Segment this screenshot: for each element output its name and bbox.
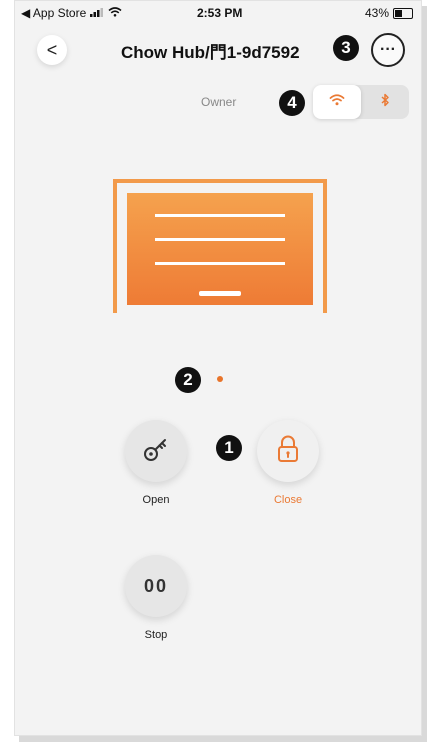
key-icon [141,434,171,469]
close-action: Close [253,420,323,506]
battery-icon [393,7,413,19]
back-to-app-store[interactable]: ◀ App Store [21,6,86,20]
wifi-icon [329,93,345,111]
garage-door-illustration [113,179,327,320]
close-label: Close [273,494,303,506]
close-button[interactable] [257,420,319,482]
annotation-badge-4: 4 [279,90,305,116]
more-options-button[interactable]: ··· [371,33,405,67]
stop-button[interactable]: 00 [125,555,187,617]
app-screen: ◀ App Store 2:53 PM 43% < Chow Hub/門1-9d… [14,0,422,736]
open-button[interactable] [125,420,187,482]
lock-icon [276,434,300,469]
battery-level [395,9,402,17]
wifi-status-icon [108,6,122,20]
connection-toggle [313,85,409,119]
status-left: ◀ App Store [21,6,122,20]
status-bar: ◀ App Store 2:53 PM 43% [15,1,421,23]
annotation-badge-1: 1 [216,435,242,461]
status-right: 43% [365,6,413,20]
page-title: Chow Hub/門1-9d7592 [121,43,300,62]
stop-icon: 00 [143,575,169,596]
status-time: 2:53 PM [197,6,243,20]
wifi-mode-button[interactable] [313,85,361,119]
stop-action: 00 Stop [121,555,191,641]
bluetooth-mode-button[interactable] [361,85,409,119]
back-button[interactable]: < [37,35,67,65]
owner-label: Owner [201,95,237,109]
battery-percent: 43% [364,6,389,20]
annotation-badge-3: 3 [333,35,359,61]
page-indicator-dot [217,376,223,382]
stop-label: Stop [144,629,168,641]
open-action: Open [121,420,191,506]
chevron-left-icon: < [46,39,58,60]
signal-icon [90,6,104,20]
more-icon: ··· [380,41,396,58]
annotation-badge-2: 2 [175,367,201,393]
open-label: Open [142,494,170,506]
bluetooth-icon [380,93,390,112]
